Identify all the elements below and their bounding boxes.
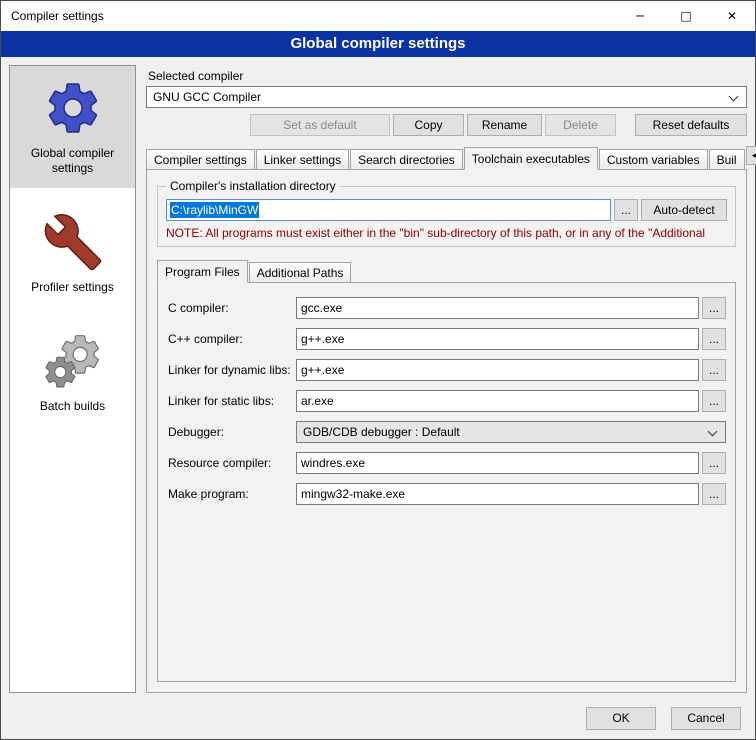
batch-builds-gears-icon: [43, 331, 103, 391]
c-compiler-input[interactable]: [296, 297, 699, 319]
toolchain-panel: Compiler's installation directory C:\ray…: [146, 169, 747, 693]
rename-button[interactable]: Rename: [467, 114, 542, 136]
close-icon[interactable]: ✕: [709, 1, 755, 31]
settings-tabstrip: Compiler settings Linker settings Search…: [146, 146, 747, 169]
sidebar-item-profiler-settings[interactable]: Profiler settings: [10, 200, 135, 307]
dynamic-linker-browse-button[interactable]: ...: [702, 359, 726, 381]
installation-directory-value: C:\raylib\MinGW: [170, 202, 259, 218]
debugger-select[interactable]: GDB/CDB debugger : Default: [296, 421, 726, 443]
reset-defaults-button[interactable]: Reset defaults: [635, 114, 747, 136]
sidebar-item-batch-builds[interactable]: Batch builds: [10, 319, 135, 426]
global-compiler-gear-icon: [43, 78, 103, 138]
auto-detect-button[interactable]: Auto-detect: [641, 199, 727, 221]
field-row-resource-compiler: Resource compiler: ...: [168, 452, 726, 474]
program-files-tabstrip: Program Files Additional Paths: [157, 259, 736, 282]
installation-directory-input[interactable]: C:\raylib\MinGW: [166, 199, 611, 221]
make-program-label: Make program:: [168, 487, 296, 501]
tab-compiler-settings[interactable]: Compiler settings: [146, 149, 255, 169]
cpp-compiler-label: C++ compiler:: [168, 332, 296, 346]
make-program-browse-button[interactable]: ...: [702, 483, 726, 505]
delete-button: Delete: [545, 114, 616, 136]
installation-directory-group: Compiler's installation directory C:\ray…: [157, 186, 736, 247]
compiler-settings-window: Compiler settings ─ □ ✕ Global compiler …: [0, 0, 756, 740]
tab-toolchain-executables[interactable]: Toolchain executables: [464, 147, 598, 170]
installation-directory-browse-button[interactable]: ...: [614, 199, 638, 221]
static-linker-input[interactable]: [296, 390, 699, 412]
static-linker-browse-button[interactable]: ...: [702, 390, 726, 412]
subtab-additional-paths[interactable]: Additional Paths: [249, 262, 352, 282]
field-row-debugger: Debugger: GDB/CDB debugger : Default: [168, 421, 726, 443]
compiler-actions: Set as default Copy Rename Delete Reset …: [146, 114, 747, 136]
profiler-wrench-icon: [43, 212, 103, 272]
copy-button[interactable]: Copy: [393, 114, 464, 136]
cancel-button[interactable]: Cancel: [671, 707, 741, 730]
chevron-down-icon: [729, 92, 739, 102]
field-row-c-compiler: C compiler: ...: [168, 297, 726, 319]
tab-scroll-buttons: ◂ ▸: [746, 146, 756, 165]
titlebar: Compiler settings ─ □ ✕: [1, 1, 755, 31]
sidebar-item-label: Profiler settings: [14, 280, 131, 295]
compiler-select-value: GNU GCC Compiler: [153, 90, 261, 104]
compiler-select[interactable]: GNU GCC Compiler: [146, 86, 747, 108]
cpp-compiler-browse-button[interactable]: ...: [702, 328, 726, 350]
main-panel: Selected compiler GNU GCC Compiler Set a…: [146, 65, 747, 693]
dialog-footer: OK Cancel: [1, 697, 755, 739]
sidebar-item-global-compiler-settings[interactable]: Global compiler settings: [10, 66, 135, 188]
sidebar-item-label: Global compiler settings: [14, 146, 131, 176]
page-title: Global compiler settings: [1, 31, 755, 57]
tab-custom-variables[interactable]: Custom variables: [599, 149, 708, 169]
ok-button[interactable]: OK: [586, 707, 656, 730]
field-row-make-program: Make program: ...: [168, 483, 726, 505]
make-program-input[interactable]: [296, 483, 699, 505]
set-as-default-button: Set as default: [250, 114, 390, 136]
cpp-compiler-input[interactable]: [296, 328, 699, 350]
debugger-label: Debugger:: [168, 425, 296, 439]
minimize-icon[interactable]: ─: [617, 1, 663, 31]
tab-search-directories[interactable]: Search directories: [350, 149, 463, 169]
selected-compiler-label: Selected compiler: [148, 69, 747, 83]
dynamic-linker-label: Linker for dynamic libs:: [168, 363, 296, 377]
settings-category-list: Global compiler settings Profiler settin…: [9, 65, 136, 693]
tab-linker-settings[interactable]: Linker settings: [256, 149, 349, 169]
resource-compiler-browse-button[interactable]: ...: [702, 452, 726, 474]
program-files-panel: C compiler: ... C++ compiler: ... Linker…: [157, 282, 736, 682]
subtab-program-files[interactable]: Program Files: [157, 260, 248, 283]
field-row-cpp-compiler: C++ compiler: ...: [168, 328, 726, 350]
c-compiler-browse-button[interactable]: ...: [702, 297, 726, 319]
dynamic-linker-input[interactable]: [296, 359, 699, 381]
installation-directory-row: C:\raylib\MinGW ... Auto-detect: [166, 199, 727, 221]
resource-compiler-input[interactable]: [296, 452, 699, 474]
installation-directory-group-title: Compiler's installation directory: [166, 179, 340, 193]
bin-subdirectory-note: NOTE: All programs must exist either in …: [166, 226, 727, 240]
debugger-select-value: GDB/CDB debugger : Default: [303, 425, 460, 439]
dialog-body: Global compiler settings Profiler settin…: [1, 57, 755, 697]
static-linker-label: Linker for static libs:: [168, 394, 296, 408]
window-title: Compiler settings: [1, 9, 104, 23]
field-row-static-linker: Linker for static libs: ...: [168, 390, 726, 412]
sidebar-item-label: Batch builds: [14, 399, 131, 414]
c-compiler-label: C compiler:: [168, 301, 296, 315]
tab-build-options[interactable]: Buil: [709, 149, 745, 169]
chevron-down-icon: [708, 427, 718, 437]
field-row-dynamic-linker: Linker for dynamic libs: ...: [168, 359, 726, 381]
tab-scroll-left-icon[interactable]: ◂: [746, 146, 756, 165]
maximize-icon[interactable]: □: [663, 1, 709, 31]
resource-compiler-label: Resource compiler:: [168, 456, 296, 470]
window-controls: ─ □ ✕: [617, 1, 755, 31]
